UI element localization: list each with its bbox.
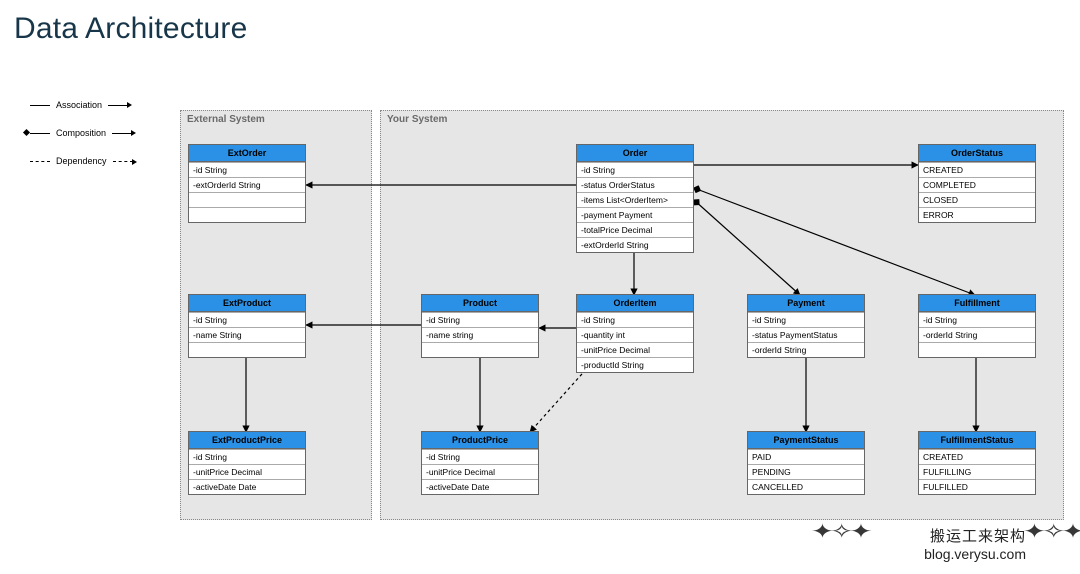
legend-composition-label: Composition: [56, 128, 106, 138]
legend-dependency-label: Dependency: [56, 156, 107, 166]
entity-header: PaymentStatus: [747, 431, 865, 449]
entity-header: OrderItem: [576, 294, 694, 312]
entity-field: -activeDate Date: [189, 479, 305, 494]
legend-dependency: Dependency: [30, 156, 133, 166]
watermark-ornament-left: ✦✧✦: [810, 519, 868, 544]
entity-field: -unitPrice Decimal: [577, 342, 693, 357]
entity-ext-product: ExtProduct-id String-name String.: [188, 295, 306, 358]
entity-order-status: OrderStatusCREATEDCOMPLETEDCLOSEDERROR: [918, 145, 1036, 223]
entity-field: -status OrderStatus: [577, 177, 693, 192]
entity-field: CLOSED: [919, 192, 1035, 207]
entity-field: -orderId String: [748, 342, 864, 357]
entity-header: ExtProduct: [188, 294, 306, 312]
entity-field: FULFILLED: [919, 479, 1035, 494]
entity-field-empty: .: [189, 342, 305, 357]
entity-field: ERROR: [919, 207, 1035, 222]
legend-composition: Composition: [30, 128, 133, 138]
entity-field: -quantity int: [577, 327, 693, 342]
entity-header: Order: [576, 144, 694, 162]
entity-field: FULFILLING: [919, 464, 1035, 479]
entity-header: OrderStatus: [918, 144, 1036, 162]
entity-field: -id String: [189, 312, 305, 327]
entity-field: -id String: [577, 162, 693, 177]
entity-field: -extOrderId String: [189, 177, 305, 192]
entity-product-price: ProductPrice-id String-unitPrice Decimal…: [421, 432, 539, 495]
entity-header: ExtOrder: [188, 144, 306, 162]
legend-association: Association: [30, 100, 133, 110]
entity-field: -id String: [189, 162, 305, 177]
watermark-text-cn: 搬运工来架构: [924, 525, 1026, 546]
entity-field: -id String: [577, 312, 693, 327]
entity-field-empty: .: [422, 342, 538, 357]
entity-header: Payment: [747, 294, 865, 312]
entity-field: PENDING: [748, 464, 864, 479]
entity-header: Fulfillment: [918, 294, 1036, 312]
entity-fulfillment-status: FulfillmentStatusCREATEDFULFILLINGFULFIL…: [918, 432, 1036, 495]
entity-product: Product-id String-name string.: [421, 295, 539, 358]
entity-field: -id String: [422, 312, 538, 327]
legend-association-label: Association: [56, 100, 102, 110]
external-system-label: External System: [187, 114, 265, 125]
entity-field: -productId String: [577, 357, 693, 372]
entity-field: -unitPrice Decimal: [422, 464, 538, 479]
entity-field: -name String: [189, 327, 305, 342]
entity-field: -name string: [422, 327, 538, 342]
entity-field: -payment Payment: [577, 207, 693, 222]
entity-header: ProductPrice: [421, 431, 539, 449]
entity-ext-product-price: ExtProductPrice-id String-unitPrice Deci…: [188, 432, 306, 495]
entity-field: CREATED: [919, 162, 1035, 177]
entity-field: -activeDate Date: [422, 479, 538, 494]
entity-field: CANCELLED: [748, 479, 864, 494]
entity-order-item: OrderItem-id String-quantity int-unitPri…: [576, 295, 694, 373]
entity-payment: Payment-id String-status PaymentStatus-o…: [747, 295, 865, 358]
watermark: 搬运工来架构 blog.verysu.com: [924, 525, 1026, 562]
watermark-text-url: blog.verysu.com: [924, 546, 1026, 562]
entity-field: PAID: [748, 449, 864, 464]
entity-header: ExtProductPrice: [188, 431, 306, 449]
entity-field-empty: .: [189, 207, 305, 222]
entity-field: -items List<OrderItem>: [577, 192, 693, 207]
entity-ext-order: ExtOrder-id String-extOrderId String..: [188, 145, 306, 223]
entity-field: CREATED: [919, 449, 1035, 464]
page-title: Data Architecture: [14, 12, 248, 46]
entity-field: COMPLETED: [919, 177, 1035, 192]
entity-fulfillment: Fulfillment-id String-orderId String.: [918, 295, 1036, 358]
entity-header: FulfillmentStatus: [918, 431, 1036, 449]
entity-field: -extOrderId String: [577, 237, 693, 252]
entity-field: -id String: [919, 312, 1035, 327]
entity-field: -id String: [189, 449, 305, 464]
entity-field: -id String: [422, 449, 538, 464]
entity-field: -status PaymentStatus: [748, 327, 864, 342]
entity-field: -totalPrice Decimal: [577, 222, 693, 237]
entity-field-empty: .: [189, 192, 305, 207]
watermark-ornament-right: ✦✧✦: [1022, 519, 1080, 544]
entity-field: -orderId String: [919, 327, 1035, 342]
legend: Association Composition Dependency: [30, 100, 133, 184]
your-system-label: Your System: [387, 114, 447, 125]
entity-field: -id String: [748, 312, 864, 327]
entity-payment-status: PaymentStatusPAIDPENDINGCANCELLED: [747, 432, 865, 495]
entity-order: Order-id String-status OrderStatus-items…: [576, 145, 694, 253]
entity-field-empty: .: [919, 342, 1035, 357]
entity-header: Product: [421, 294, 539, 312]
entity-field: -unitPrice Decimal: [189, 464, 305, 479]
